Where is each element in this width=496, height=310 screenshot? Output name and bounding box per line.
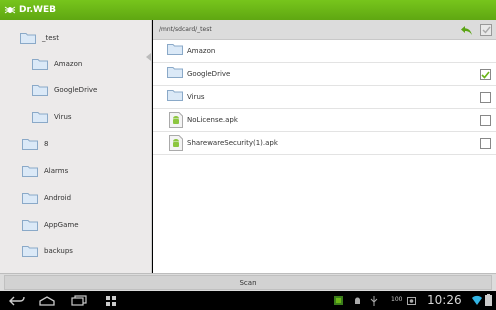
folder-icon (32, 85, 48, 96)
file-row-amazon[interactable]: Amazon (153, 40, 496, 63)
sidebar-item-label: AppGame (44, 221, 79, 229)
app-logo: Dr.WEB (4, 5, 56, 15)
usb-icon (370, 296, 378, 306)
check-icon (481, 70, 490, 79)
sidebar-item-test[interactable]: _test (20, 26, 59, 50)
spider-logo-icon (4, 6, 16, 14)
file-name: SharewareSecurity(1).apk (187, 139, 278, 147)
sidebar-item-googledrive[interactable]: GoogleDrive (32, 78, 97, 102)
back-button[interactable] (459, 23, 473, 37)
folder-icon (22, 166, 38, 177)
file-row-googledrive[interactable]: GoogleDrive (153, 63, 496, 86)
android-apk-icon (169, 112, 183, 128)
home-icon (39, 295, 55, 306)
file-checkbox[interactable] (480, 92, 491, 103)
file-checkbox[interactable] (480, 69, 491, 80)
recent-apps-nav-button[interactable] (70, 294, 88, 307)
folder-icon (20, 33, 36, 44)
file-row-virus[interactable]: Virus (153, 86, 496, 109)
sidebar-item-label: 8 (44, 140, 49, 148)
file-checkbox[interactable] (480, 115, 491, 126)
app-header: Dr.WEB (0, 0, 496, 20)
file-name: Virus (187, 93, 205, 101)
app-title: Dr.WEB (19, 5, 56, 15)
menu-grid-icon (106, 295, 116, 306)
file-name: GoogleDrive (187, 70, 231, 78)
back-nav-button[interactable] (8, 294, 26, 307)
sidebar-collapse-arrow-icon[interactable] (146, 53, 151, 61)
sidebar-item-amazon[interactable]: Amazon (32, 52, 82, 76)
file-checkbox[interactable] (480, 138, 491, 149)
sidebar-item-label: backups (44, 247, 73, 255)
sidebar-item-label: Android (44, 194, 72, 202)
sidebar-item-8[interactable]: 8 (22, 132, 48, 156)
select-all-checkbox[interactable] (480, 24, 492, 36)
folder-icon (167, 44, 183, 55)
back-arrow-icon (460, 25, 472, 35)
sidebar-item-appgame[interactable]: AppGame (22, 213, 79, 237)
folder-icon (32, 59, 48, 70)
file-name: Amazon (187, 47, 216, 55)
battery-icon (485, 294, 492, 306)
sidebar-item-alarms[interactable]: Alarms (22, 159, 68, 183)
clock: 10:26 (427, 293, 462, 307)
file-name: NoLicense.apk (187, 116, 238, 124)
folder-icon (22, 246, 38, 257)
scan-button[interactable]: Scan (4, 275, 492, 290)
folder-icon (22, 220, 38, 231)
system-navigation-bar: 100 10:26 (0, 291, 496, 310)
folder-icon (32, 112, 48, 123)
sidebar-item-label: Alarms (44, 167, 69, 175)
sidebar-item-label: Virus (54, 113, 72, 121)
sidebar-item-android[interactable]: Android (22, 186, 71, 210)
android-apk-icon (169, 135, 183, 151)
bottom-action-bar: Scan (0, 273, 496, 291)
file-row-nolicense[interactable]: NoLicense.apk (153, 109, 496, 132)
back-icon (9, 296, 25, 305)
screenshot-icon (407, 297, 416, 305)
battery-percentage: 100 (391, 296, 403, 303)
sidebar-item-virus[interactable]: Virus (32, 105, 72, 129)
recent-apps-icon (71, 295, 87, 306)
folder-icon (22, 139, 38, 150)
folder-icon (167, 67, 183, 78)
current-path: /mnt/sdcard/_test (159, 26, 212, 33)
android-debug-icon (355, 297, 360, 304)
sidebar-item-label: GoogleDrive (54, 86, 98, 94)
wifi-icon (472, 295, 482, 305)
menu-nav-button[interactable] (102, 294, 120, 307)
home-nav-button[interactable] (38, 294, 56, 307)
sidebar-item-partial[interactable] (22, 266, 38, 273)
check-icon (482, 26, 491, 34)
sidebar-item-label: _test (42, 34, 59, 42)
drweb-status-icon (334, 296, 343, 305)
folder-icon (167, 90, 183, 101)
folder-tree-sidebar[interactable]: _test Amazon GoogleDrive Virus 8 Alarms … (0, 20, 152, 273)
file-row-sharewaresecurity[interactable]: SharewareSecurity(1).apk (153, 132, 496, 155)
sidebar-item-backups[interactable]: backups (22, 239, 73, 263)
folder-icon (22, 193, 38, 204)
sidebar-item-label: Amazon (54, 60, 83, 68)
file-list-panel: /mnt/sdcard/_test Amazon GoogleDrive Vir… (153, 20, 496, 273)
path-bar: /mnt/sdcard/_test (153, 20, 496, 40)
